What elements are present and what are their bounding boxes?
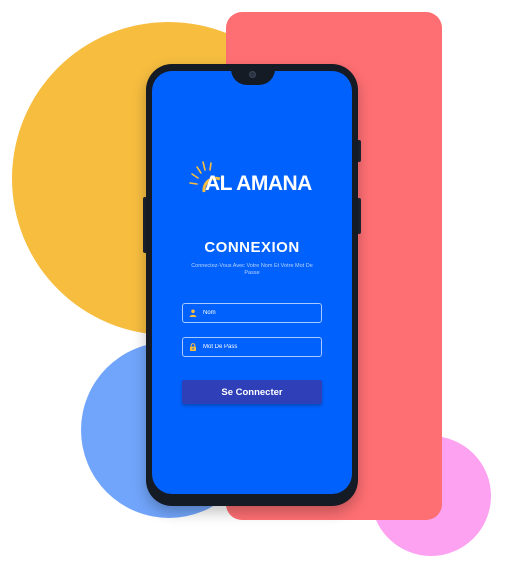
lock-icon	[189, 343, 197, 351]
phone-screen: AL AMANA CONNEXION Connectez-Vous Avec V…	[152, 71, 352, 494]
login-button[interactable]: Se Connecter	[182, 380, 322, 404]
username-field[interactable]	[182, 303, 322, 323]
username-input[interactable]	[203, 310, 313, 316]
password-field[interactable]	[182, 337, 322, 357]
al-amana-logo: AL AMANA	[188, 159, 318, 205]
front-camera	[249, 71, 256, 78]
user-icon	[189, 309, 197, 317]
page-subtitle: Connectez-Vous Avec Votre Nom Et Votre M…	[191, 263, 313, 276]
password-input[interactable]	[203, 344, 313, 350]
logo-text: AL AMANA	[205, 172, 312, 195]
phone-notch	[231, 71, 275, 85]
phone-mockup: AL AMANA CONNEXION Connectez-Vous Avec V…	[146, 64, 358, 506]
page-title: CONNEXION	[204, 239, 300, 256]
